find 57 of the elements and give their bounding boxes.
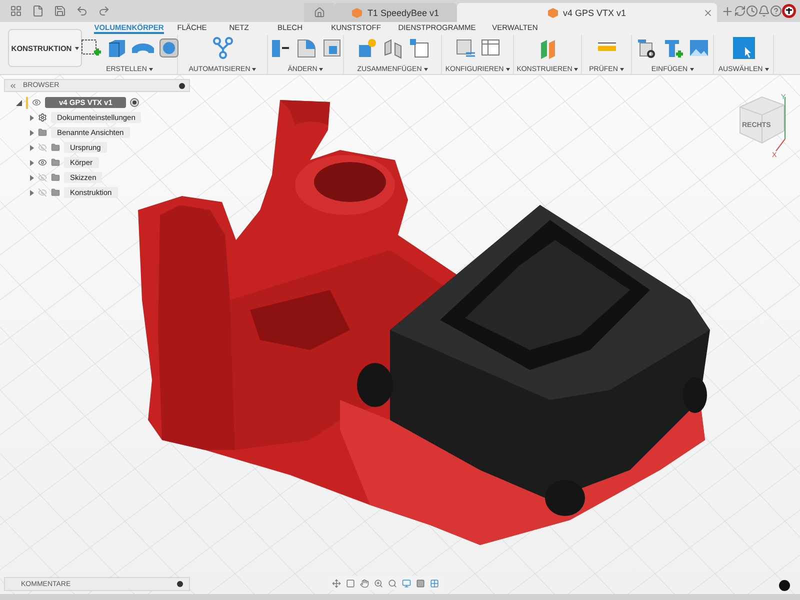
pan-hand-icon[interactable] bbox=[360, 578, 369, 588]
collapse-icon[interactable] bbox=[9, 82, 17, 90]
y-axis-line bbox=[784, 96, 786, 140]
refresh-icon[interactable] bbox=[734, 5, 746, 17]
avatar-icon[interactable] bbox=[782, 4, 796, 18]
expand-triangle-icon[interactable] bbox=[30, 114, 34, 120]
expand-triangle-icon[interactable] bbox=[30, 174, 34, 180]
visual-style-icon[interactable] bbox=[416, 578, 425, 588]
shell-icon[interactable] bbox=[320, 37, 342, 59]
grid-icon[interactable] bbox=[430, 578, 439, 588]
settings-icon bbox=[38, 113, 47, 122]
folder-icon bbox=[38, 128, 47, 137]
folder-icon bbox=[51, 173, 60, 182]
save-icon[interactable] bbox=[54, 5, 66, 17]
display-icon[interactable] bbox=[402, 578, 411, 588]
expand-triangle-icon[interactable] bbox=[30, 144, 34, 150]
hole-icon[interactable] bbox=[158, 37, 180, 59]
folder-icon bbox=[51, 143, 60, 152]
search-icon[interactable] bbox=[388, 578, 397, 588]
folder-icon bbox=[51, 158, 60, 167]
clock-icon[interactable] bbox=[746, 5, 758, 17]
node-graph-icon[interactable] bbox=[212, 37, 234, 59]
close-icon[interactable] bbox=[703, 8, 713, 18]
document-tab[interactable]: v4 GPS VTX v1 bbox=[457, 3, 717, 22]
look-at-icon[interactable] bbox=[346, 578, 355, 588]
expand-triangle-icon[interactable] bbox=[30, 190, 34, 196]
orbit-icon[interactable] bbox=[332, 578, 341, 588]
table-icon[interactable] bbox=[408, 37, 430, 59]
cube-icon bbox=[548, 8, 558, 18]
x-axis-line bbox=[776, 138, 786, 152]
undo-icon[interactable] bbox=[76, 5, 88, 17]
radio-target-icon[interactable] bbox=[130, 98, 140, 107]
pin-icon[interactable] bbox=[179, 82, 185, 88]
folder-icon bbox=[51, 188, 60, 197]
eye-icon[interactable] bbox=[32, 98, 41, 107]
zoom-icon[interactable] bbox=[374, 578, 383, 588]
document-tab[interactable]: T1 SpeedyBee v1 bbox=[334, 3, 457, 22]
home-icon[interactable] bbox=[314, 7, 325, 18]
add-comment-icon[interactable] bbox=[177, 581, 183, 587]
view-cube-drawing[interactable] bbox=[740, 96, 784, 144]
collapse-triangle-icon[interactable] bbox=[16, 100, 22, 106]
bell-icon[interactable] bbox=[758, 5, 770, 17]
insert-link-icon[interactable] bbox=[636, 37, 658, 59]
apps-grid-icon[interactable] bbox=[10, 5, 22, 17]
file-icon[interactable] bbox=[32, 5, 44, 17]
cube-config-icon[interactable] bbox=[454, 37, 476, 59]
expand-triangle-icon[interactable] bbox=[30, 130, 34, 136]
cube-icon bbox=[352, 8, 362, 18]
status-badge-icon[interactable] bbox=[779, 580, 790, 591]
expand-triangle-icon[interactable] bbox=[30, 160, 34, 166]
select-cursor-icon[interactable] bbox=[732, 37, 754, 59]
joint-icon[interactable] bbox=[382, 37, 404, 59]
image-icon[interactable] bbox=[688, 37, 710, 59]
redo-icon[interactable] bbox=[98, 5, 110, 17]
eye-icon[interactable] bbox=[38, 158, 47, 167]
home-tab[interactable] bbox=[304, 3, 334, 22]
plus-icon[interactable] bbox=[721, 4, 734, 18]
